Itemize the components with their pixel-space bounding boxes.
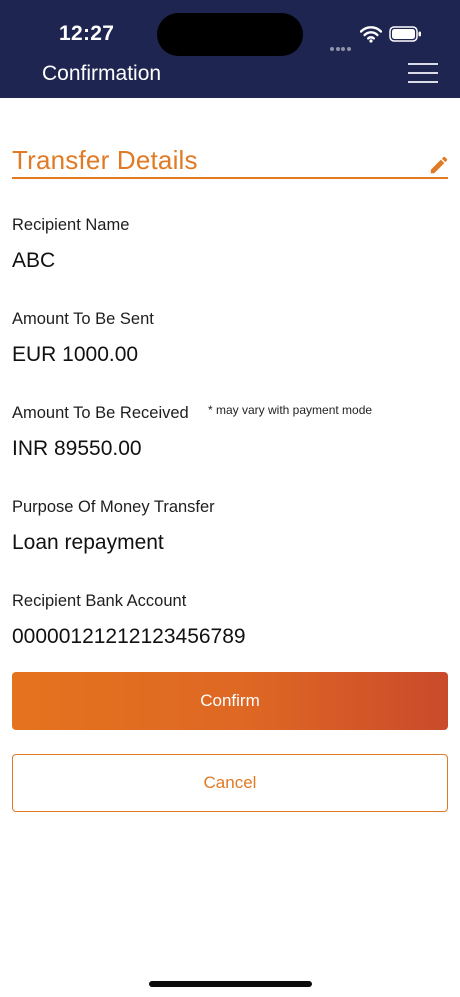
- status-time: 12:27: [59, 22, 115, 45]
- battery-icon: [389, 26, 421, 42]
- recipient-name-label: Recipient Name: [12, 216, 130, 234]
- amount-received-note: * may vary with payment mode: [208, 403, 373, 417]
- cancel-button[interactable]: Cancel: [12, 754, 448, 812]
- purpose-label: Purpose Of Money Transfer: [12, 498, 215, 516]
- menu-icon[interactable]: [408, 63, 438, 83]
- recipient-name-value: ABC: [12, 249, 56, 272]
- page-title: Confirmation: [42, 62, 162, 85]
- amount-received-value: INR 89550.00: [12, 437, 142, 460]
- edit-pencil-icon[interactable]: [428, 154, 450, 176]
- purpose-value: Loan repayment: [12, 531, 164, 554]
- bank-account-value: 00000121212123456789: [12, 625, 246, 648]
- dynamic-island: [157, 13, 303, 56]
- confirm-button[interactable]: Confirm: [12, 672, 448, 730]
- cellular-signal-icon: [330, 38, 352, 56]
- amount-received-label: Amount To Be Received: [12, 404, 189, 422]
- wifi-icon: [360, 26, 382, 43]
- confirmation-screen: 12:27 Confirmation Transfer Details Reci…: [0, 0, 460, 997]
- bank-account-label: Recipient Bank Account: [12, 592, 187, 610]
- home-indicator[interactable]: [149, 981, 312, 987]
- amount-sent-label: Amount To Be Sent: [12, 310, 154, 328]
- app-header: 12:27 Confirmation: [0, 0, 460, 98]
- section-title: Transfer Details: [12, 145, 198, 175]
- section-divider: [12, 177, 448, 179]
- amount-sent-value: EUR 1000.00: [12, 343, 139, 366]
